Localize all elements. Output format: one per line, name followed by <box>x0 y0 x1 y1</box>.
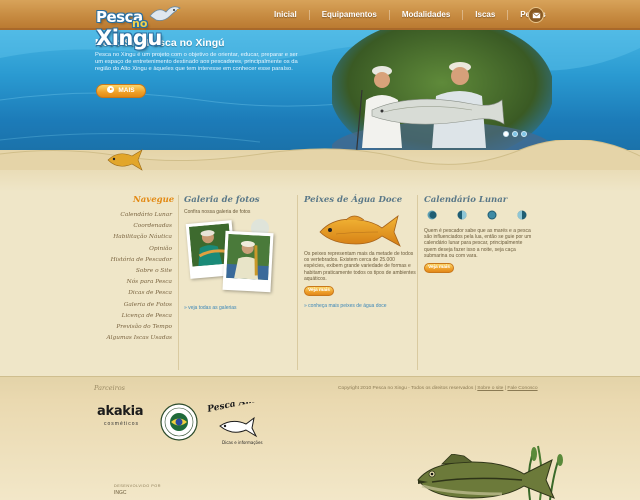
slide-dot-2[interactable] <box>512 131 518 137</box>
gallery-photo-image <box>226 233 271 281</box>
slide-dot-1[interactable] <box>503 131 509 137</box>
partner-pesca-amadora-title: Pesca Amadora <box>206 402 266 415</box>
partners-title: Parceiros <box>94 384 125 392</box>
nav-inicial[interactable]: Inicial <box>262 10 309 20</box>
arrow-right-icon <box>107 86 115 93</box>
sidebar-title: Navegue <box>133 195 175 205</box>
sidebar-item-sobre-o-site[interactable]: Sobre o Site <box>90 266 172 277</box>
footer-divider <box>0 376 640 377</box>
footer-separator: | <box>504 386 507 391</box>
moon-new-icon <box>427 210 437 220</box>
hero-more-label: MAIS <box>118 87 135 94</box>
hero-more-button[interactable]: MAIS <box>96 84 146 98</box>
sidebar-item-algumas-iscas-usadas[interactable]: Algumas Iscas Usadas <box>90 333 173 344</box>
copyright-text: Copyright 2010 Pesca no Xingu - Todos os… <box>338 386 538 391</box>
golden-fish-icon <box>107 149 143 171</box>
fish-description: Os peixes representam mais da metade de … <box>304 251 416 282</box>
column-divider <box>417 195 418 370</box>
developer-label: DESENVOLVIDO POR <box>114 484 161 488</box>
gallery-photo-2[interactable] <box>222 230 274 293</box>
developer-link[interactable]: INGC <box>114 490 127 496</box>
golden-dorado-fish-illustration <box>319 215 401 247</box>
sidebar-item-opiniao[interactable]: Opinião <box>90 244 172 255</box>
main-nav: Inicial Equipamentos Modalidades Iscas P… <box>262 10 558 20</box>
lunar-description: Quem é pescador sabe que as marés e a pe… <box>424 228 532 259</box>
nav-modalidades[interactable]: Modalidades <box>388 10 462 20</box>
site-logo[interactable]: Pesca no Xingu <box>96 4 186 60</box>
partner-akakia-subtitle: cosméticos <box>104 421 140 427</box>
sidebar-item-nos-para-pesca[interactable]: Nós para Pesca <box>90 277 172 288</box>
fish-more-button[interactable]: Veja mais <box>304 286 334 296</box>
slide-indicators <box>503 131 527 137</box>
slide-dot-3[interactable] <box>521 131 527 137</box>
nav-iscas[interactable]: Iscas <box>462 10 507 20</box>
partner-akakia-logo[interactable]: akakia <box>97 404 144 419</box>
contact-link[interactable]: Fale Conosco <box>507 386 537 391</box>
sidebar-item-previsao-do-tempo[interactable]: Previsão do Tempo <box>90 322 172 333</box>
sidebar-item-habilitacao-nautica[interactable]: Habilitação Náutica <box>90 232 172 243</box>
sidebar-item-licenca-de-pesca[interactable]: Licença de Pesca <box>90 311 172 322</box>
gallery-all-link[interactable]: » veja todas as galerias <box>184 305 237 311</box>
bass-fish-illustration <box>417 454 555 499</box>
sidebar-nav: Calendário Lunar Coordenadas Habilitação… <box>90 210 173 344</box>
moon-full-icon <box>487 210 497 220</box>
gallery-title: Galeria de fotos <box>184 195 260 205</box>
partner-pesca-amadora-subtitle: Dicas e informações <box>222 440 263 445</box>
sidebar-item-historia-de-pescador[interactable]: História de Pescador <box>90 255 172 266</box>
logo-text-xingu: Xingu <box>96 26 162 50</box>
fish-more-link[interactable]: » conheça mais peixes de água doce <box>304 303 387 309</box>
sand-edge-decor <box>0 140 640 170</box>
gallery-subtitle: Confira nossa galeria de fotos <box>184 209 251 215</box>
fish-title: Peixes de Água Doce <box>304 195 403 205</box>
lunar-title: Calendário Lunar <box>424 195 508 205</box>
bird-icon <box>149 6 181 21</box>
moon-waning-icon <box>517 210 527 220</box>
sidebar-item-galeria-de-fotos[interactable]: Galeria de Fotos <box>90 300 172 311</box>
nav-equipamentos[interactable]: Equipamentos <box>308 10 389 20</box>
lunar-more-button[interactable]: Veja mais <box>424 263 454 273</box>
partner-pesca-amadora-logo[interactable]: Pesca Amadora Dicas e informações <box>206 402 266 446</box>
moon-waxing-icon <box>457 210 467 220</box>
moon-phases <box>427 210 527 220</box>
sidebar-item-calendario-lunar[interactable]: Calendário Lunar <box>90 210 172 221</box>
sidebar-item-dicas-de-pesca[interactable]: Dicas de Pesca <box>90 288 172 299</box>
contact-mail-button[interactable] <box>528 7 544 23</box>
column-divider <box>178 195 179 370</box>
about-site-link[interactable]: Sobre o site <box>477 386 503 391</box>
copyright-label: Copyright 2010 Pesca no Xingu - Todos os… <box>338 386 476 391</box>
partner-seal-logo[interactable] <box>160 402 198 442</box>
column-divider <box>297 195 298 370</box>
envelope-icon <box>531 11 541 19</box>
sidebar-item-coordenadas[interactable]: Coordenadas <box>90 221 172 232</box>
